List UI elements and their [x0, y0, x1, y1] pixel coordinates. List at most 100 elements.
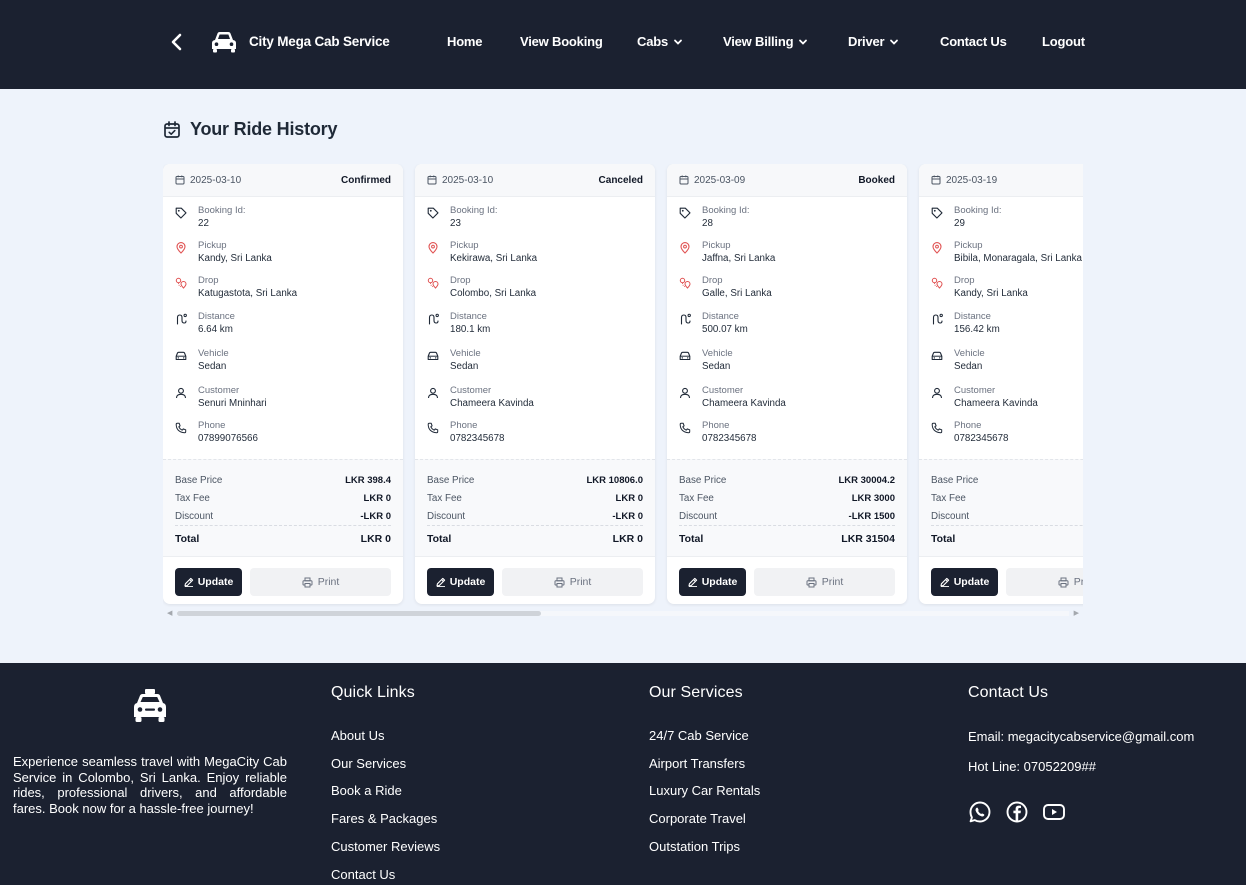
price-base-price: Base Price LKR 30004.2 — [679, 475, 895, 486]
horizontal-scrollbar[interactable]: ◀ ▶ — [163, 607, 1083, 619]
service-link-airport-transfers[interactable]: Airport Transfers — [649, 756, 745, 771]
update-button[interactable]: Update — [679, 568, 746, 596]
field-booking-id: Booking Id: 22 — [175, 205, 246, 231]
update-label: Update — [449, 576, 486, 588]
printer-icon — [806, 577, 817, 588]
update-button[interactable]: Update — [931, 568, 998, 596]
field-drop: Drop Colombo, Sri Lanka — [427, 275, 536, 301]
status-badge: Booked — [858, 174, 895, 186]
field-label: Booking Id: — [450, 205, 498, 216]
nav-logout[interactable]: Logout — [1042, 34, 1085, 49]
price-divider — [175, 525, 391, 526]
print-label: Print — [1073, 576, 1083, 588]
field-vehicle: Vehicle Sedan — [931, 348, 985, 374]
our-services-title: Our Services — [649, 684, 743, 701]
nav-contact-us[interactable]: Contact Us — [940, 34, 1007, 49]
service-link-corporate-travel[interactable]: Corporate Travel — [649, 811, 746, 826]
card-date: 2025-03-10 — [427, 175, 493, 186]
field-value: 500.07 km — [702, 324, 748, 335]
update-button[interactable]: Update — [175, 568, 242, 596]
field-label: Booking Id: — [198, 205, 246, 216]
total-label: Total — [679, 533, 704, 545]
chevron-down-icon — [890, 39, 899, 45]
price-total: Total LKR 0 — [427, 533, 643, 545]
service-link-luxury-car-rentals[interactable]: Luxury Car Rentals — [649, 783, 760, 798]
phone-icon — [931, 421, 943, 434]
scroll-right-arrow-icon[interactable]: ▶ — [1074, 609, 1079, 617]
pencil-icon — [184, 577, 194, 587]
update-button[interactable]: Update — [427, 568, 494, 596]
car-icon — [931, 349, 943, 361]
total-label: Total — [175, 533, 200, 545]
service-link-24-7[interactable]: 24/7 Cab Service — [649, 728, 749, 743]
footer-link-about-us[interactable]: About Us — [331, 728, 384, 743]
total-value: LKR 31504 — [841, 533, 895, 545]
facebook-icon[interactable] — [1005, 800, 1029, 824]
price-tax-fee: Tax Fee LKR 0 — [175, 493, 391, 504]
field-label: Phone — [954, 420, 982, 431]
field-drop: Drop Kandy, Sri Lanka — [931, 275, 1028, 301]
ride-cards-scroller[interactable]: 2025-03-10 Confirmed Booking Id: 22 Pickup Ka… — [163, 164, 1083, 607]
field-label: Customer — [702, 385, 744, 396]
field-value: 23 — [450, 218, 461, 229]
field-distance: Distance 156.42 km — [931, 311, 1000, 337]
price-label: Discount — [175, 511, 214, 522]
price-label: Tax Fee — [931, 493, 966, 504]
print-button[interactable]: Print — [754, 568, 895, 596]
nav-cabs-dropdown[interactable]: Cabs — [637, 34, 684, 49]
print-button[interactable]: Print — [1006, 568, 1083, 596]
field-value: Galle, Sri Lanka — [702, 288, 772, 299]
card-actions: Update Print — [919, 556, 1083, 604]
print-label: Print — [821, 576, 844, 588]
back-arrow-icon[interactable] — [166, 30, 188, 54]
brand-name[interactable]: City Mega Cab Service — [249, 34, 390, 49]
youtube-icon[interactable] — [1042, 800, 1066, 824]
scrollbar-thumb[interactable] — [177, 611, 541, 616]
print-button[interactable]: Print — [250, 568, 391, 596]
ride-card: 2025-03-19 Booking Id: 29 Pickup Bibila, Mon… — [919, 164, 1083, 604]
price-divider — [679, 525, 895, 526]
printer-icon — [302, 577, 313, 588]
footer-link-fares-packages[interactable]: Fares & Packages — [331, 811, 437, 826]
nav-driver-dropdown[interactable]: Driver — [848, 34, 900, 49]
field-label: Vehicle — [198, 348, 229, 359]
card-header: 2025-03-10 Confirmed — [163, 164, 403, 197]
pencil-icon — [688, 577, 698, 587]
field-value: Chameera Kavinda — [954, 398, 1038, 409]
field-value: 0782345678 — [954, 433, 1009, 444]
total-label: Total — [427, 533, 452, 545]
field-value: Senuri Mninhari — [198, 398, 267, 409]
whatsapp-icon[interactable] — [968, 800, 992, 824]
field-distance: Distance 6.64 km — [175, 311, 235, 337]
route-icon — [175, 312, 187, 325]
field-value: Bibila, Monaragala, Sri Lanka — [954, 253, 1082, 264]
price-discount: Discount — [931, 511, 1083, 522]
price-label: Base Price — [427, 475, 475, 486]
field-label: Pickup — [702, 240, 731, 251]
service-link-outstation-trips[interactable]: Outstation Trips — [649, 839, 740, 854]
field-pickup: Pickup Jaffna, Sri Lanka — [679, 240, 775, 266]
field-value: Chameera Kavinda — [450, 398, 534, 409]
calendar-icon — [931, 175, 941, 185]
price-label: Tax Fee — [427, 493, 462, 504]
total-value: LKR 0 — [612, 533, 643, 545]
price-divider — [427, 525, 643, 526]
nav-home[interactable]: Home — [447, 34, 483, 49]
field-value: 0782345678 — [450, 433, 505, 444]
phone-icon — [175, 421, 187, 434]
printer-icon — [554, 577, 565, 588]
scroll-left-arrow-icon[interactable]: ◀ — [167, 609, 172, 617]
footer-link-customer-reviews[interactable]: Customer Reviews — [331, 839, 440, 854]
nav-view-billing-dropdown[interactable]: View Billing — [723, 34, 809, 49]
footer-link-our-services[interactable]: Our Services — [331, 756, 406, 771]
footer: Experience seamless travel with MegaCity… — [0, 663, 1246, 885]
footer-link-book-a-ride[interactable]: Book a Ride — [331, 783, 402, 798]
footer-link-contact-us[interactable]: Contact Us — [331, 867, 395, 882]
field-vehicle: Vehicle Sedan — [679, 348, 733, 374]
print-button[interactable]: Print — [502, 568, 643, 596]
car-icon — [175, 349, 187, 361]
field-label: Vehicle — [702, 348, 733, 359]
ride-card: 2025-03-10 Confirmed Booking Id: 22 Pickup Ka… — [163, 164, 403, 604]
price-value: LKR 0 — [615, 493, 643, 504]
nav-view-booking[interactable]: View Booking — [520, 34, 603, 49]
